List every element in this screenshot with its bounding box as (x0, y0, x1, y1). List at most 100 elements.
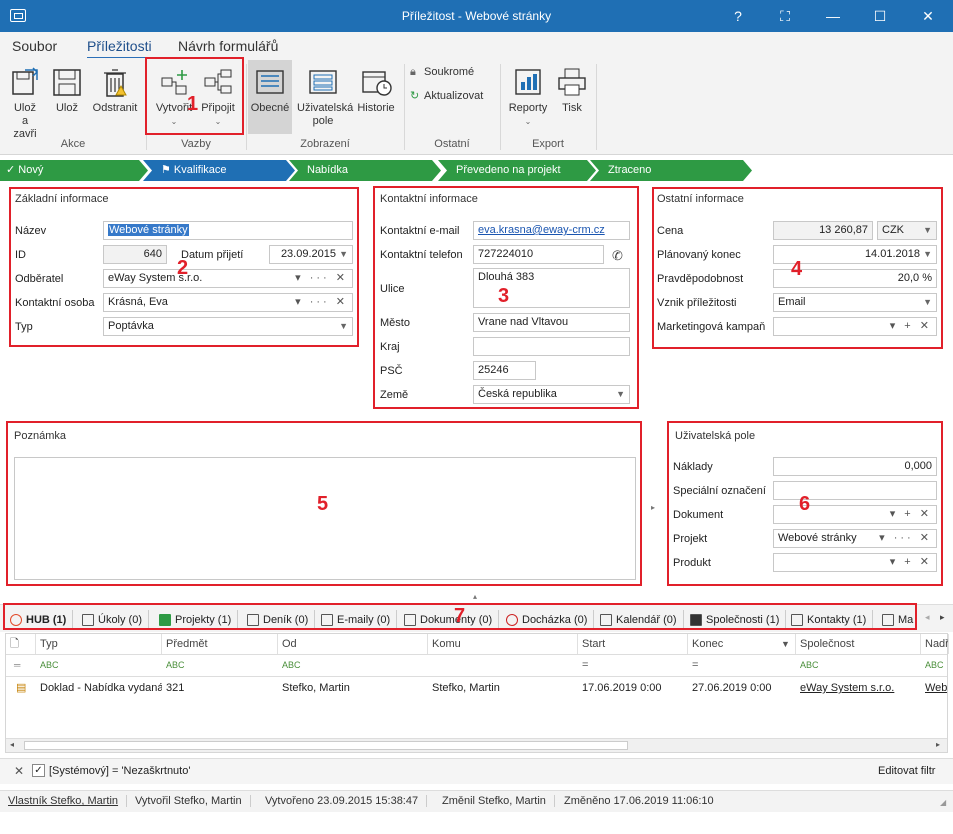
note-textarea[interactable] (14, 457, 636, 580)
costs-field[interactable]: 0,000 (773, 457, 937, 476)
ribbon-separator (404, 64, 405, 150)
filter-spolecnost[interactable]: ABC (796, 655, 819, 675)
campaign-field[interactable]: ▾ + ✕ (773, 317, 937, 336)
zip-field[interactable]: 25246 (473, 361, 536, 380)
cell-spolecnost[interactable]: eWay System s.r.o. (800, 678, 918, 698)
filter-checkbox[interactable]: ✓ (32, 764, 45, 777)
edit-filter-button[interactable]: Editovat filtr (878, 765, 935, 777)
name-value: Webové stránky (108, 224, 189, 236)
stage-kvalifikace[interactable]: ⚑ Kvalifikace (143, 160, 295, 181)
column-header-komu[interactable]: Komu (428, 634, 578, 654)
country-field[interactable]: Česká republika ▼ (473, 385, 630, 404)
filter-start[interactable]: = (578, 655, 588, 675)
stage-prevedeno[interactable]: Převedeno na projekt (438, 160, 596, 181)
doc-type-icon: ▤ (16, 682, 27, 694)
save-close-button[interactable]: Ulož a zavři (4, 62, 46, 141)
status-owner[interactable]: Vlastník Stefko, Martin (8, 795, 128, 807)
country-value: Česká republika (478, 388, 557, 400)
currency-value: CZK (882, 224, 904, 236)
column-header-typ[interactable]: Typ (36, 634, 162, 654)
expand-arrow-icon[interactable]: ▸ (651, 503, 655, 512)
print-button[interactable]: Tisk (554, 62, 590, 115)
ribbon-tabs: Soubor Příležitosti Návrh formulářů (0, 32, 953, 59)
lookup-actions-icon: ▾ + ✕ (889, 556, 932, 568)
product-field[interactable]: ▾ + ✕ (773, 553, 937, 572)
save-close-icon (9, 66, 41, 98)
private-button[interactable]: 🔒︎ Soukromé (410, 66, 474, 79)
reports-button[interactable]: Reporty ⌄ (506, 62, 550, 128)
street-field[interactable]: Dlouhá 383 (473, 268, 630, 308)
general-view-icon (254, 66, 286, 98)
type-field[interactable]: Poptávka ▼ (103, 317, 353, 336)
stage-novy[interactable]: ✓ Nový (0, 160, 148, 181)
origin-field[interactable]: Email ▼ (773, 293, 937, 312)
save-button[interactable]: Ulož (50, 62, 84, 115)
special-field[interactable] (773, 481, 937, 500)
ribbon-separator (500, 64, 501, 150)
column-header-konec[interactable]: Konec (688, 634, 796, 654)
chevron-down-icon: ⌄ (524, 117, 532, 126)
probability-label: Pravděpodobnost (657, 273, 744, 285)
region-field[interactable] (473, 337, 630, 356)
document-field[interactable]: ▾ + ✕ (773, 505, 937, 524)
column-header-start[interactable]: Start (578, 634, 688, 654)
column-header-predmet[interactable]: Předmět (162, 634, 278, 654)
printer-icon (556, 66, 588, 98)
contact-field[interactable]: Krásná, Eva ▾ ··· ✕ (103, 293, 353, 312)
phone-icon[interactable]: ✆ (612, 248, 623, 264)
history-button[interactable]: Historie (354, 62, 398, 115)
stage-ztraceno[interactable]: Ztraceno (590, 160, 752, 181)
filter-od[interactable]: ABC (278, 655, 301, 675)
general-view-button[interactable]: Obecné (248, 60, 292, 134)
stage-nabidka[interactable]: Nabídka (289, 160, 441, 181)
save-label: Ulož (55, 102, 78, 114)
phone-field[interactable]: 727224010 (473, 245, 604, 264)
scrollbar-thumb[interactable] (24, 741, 628, 750)
customer-field[interactable]: eWay System s.r.o. ▾ ··· ✕ (103, 269, 353, 288)
scroll-right-arrow-icon[interactable]: ▸ (936, 740, 940, 749)
scroll-left-icon[interactable]: ◂ (925, 612, 930, 623)
resize-grip-icon[interactable]: ◢ (940, 798, 946, 807)
scroll-right-icon[interactable]: ▸ (940, 612, 945, 623)
filter-typ[interactable]: ABC (36, 655, 59, 675)
email-value[interactable]: eva.krasna@eway-crm.cz (478, 224, 605, 236)
column-header-spolecnost[interactable]: Společnost (796, 634, 921, 654)
column-header-nadr[interactable]: Nadř (921, 634, 949, 654)
reports-label: Reporty (508, 102, 548, 114)
group-label-ostatni: Ostatní (434, 138, 470, 150)
doc-column-icon[interactable]: 🗋︎ (6, 634, 36, 654)
marker-6: 6 (799, 493, 811, 515)
costs-label: Náklady (673, 461, 713, 473)
name-field[interactable]: Webové stránky (103, 221, 353, 240)
date-field[interactable]: 23.09.2015 ▼ (269, 245, 353, 264)
filter-equals-icon: ═ (14, 660, 21, 670)
help-button[interactable]: ? (727, 6, 749, 26)
maximize-button[interactable]: ☐ (869, 6, 891, 26)
filter-predmet[interactable]: ABC (162, 655, 185, 675)
planned-end-value: 14.01.2018 (864, 248, 920, 260)
cell-nadr[interactable]: Web (925, 678, 947, 698)
scroll-left-arrow-icon[interactable]: ◂ (10, 740, 14, 749)
stage-ztraceno-label: Ztraceno (608, 164, 652, 176)
tab-prilezitosti[interactable]: Příležitosti (87, 38, 152, 59)
clear-filter-icon[interactable]: ✕ (14, 764, 24, 778)
tab-navrh-formularu[interactable]: Návrh formulářů (178, 38, 278, 54)
close-button[interactable]: ✕ (917, 6, 939, 26)
user-fields-button[interactable]: Uživatelská pole (294, 62, 353, 128)
delete-button[interactable]: Odstranit (90, 62, 140, 115)
filter-nadr[interactable]: ABC (921, 655, 944, 675)
update-button[interactable]: ↻ Aktualizovat (410, 90, 483, 103)
horizontal-scrollbar[interactable]: ◂ ▸ (6, 738, 947, 752)
email-field[interactable]: eva.krasna@eway-crm.cz (473, 221, 630, 240)
window-title: Příležitost - Webové stránky (401, 9, 552, 23)
minimize-button[interactable]: — (822, 6, 844, 26)
tab-soubor[interactable]: Soubor (12, 38, 57, 54)
project-field[interactable]: Webové stránky ▾ ··· ✕ (773, 529, 937, 548)
lookup-actions-icon: ▾ + ✕ (889, 508, 932, 520)
fullscreen-icon[interactable]: ⛶ (774, 6, 796, 26)
filter-text: [Systémový] = 'Nezaškrtnuto' (49, 765, 191, 777)
city-field[interactable]: Vrane nad Vltavou (473, 313, 630, 332)
filter-konec[interactable]: = (688, 655, 698, 675)
column-header-od[interactable]: Od (278, 634, 428, 654)
collapse-arrow-icon[interactable]: ▴ (473, 592, 477, 601)
